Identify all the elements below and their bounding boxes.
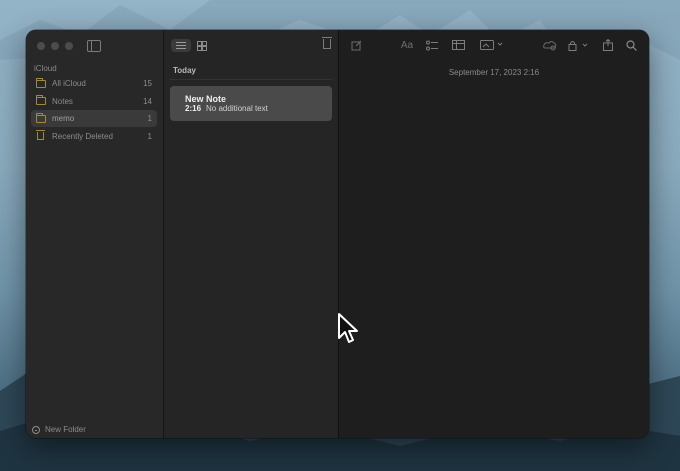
editor-toolbar: Aa [339,30,649,60]
minimize-button[interactable] [51,42,59,50]
collaborate-icon[interactable] [542,38,558,52]
table-icon[interactable] [451,38,465,52]
sidebar-item-all-icloud[interactable]: All iCloud 15 [31,75,157,92]
folder-list: All iCloud 15 Notes 14 memo 1 Recently D… [31,75,157,145]
new-folder-button[interactable]: New Folder [32,425,86,434]
list-view-button[interactable] [171,39,191,52]
lock-menu-icon[interactable] [567,38,591,52]
folder-name: memo [52,114,75,123]
format-text-button[interactable]: Aa [399,38,415,52]
search-icon[interactable] [624,38,638,52]
notes-window: iCloud All iCloud 15 Notes 14 memo 1 Rec… [26,30,649,438]
note-list-item[interactable]: New Note 2:16 No additional text [170,86,332,121]
note-title: New Note [185,94,227,104]
window-controls [37,42,73,50]
editor-pane: Aa September 17, 2023 2:16 [339,30,649,438]
sidebar-toggle-icon[interactable] [87,40,101,52]
folder-name: Recently Deleted [52,131,113,141]
sidebar: iCloud All iCloud 15 Notes 14 memo 1 Rec… [26,30,164,438]
zoom-button[interactable] [65,42,73,50]
folder-name: Notes [52,96,73,106]
plus-circle-icon [32,425,40,434]
divider [170,79,332,80]
note-meta: 2:16 No additional text [185,104,268,113]
share-icon[interactable] [601,38,615,52]
format-text-label: Aa [400,39,414,51]
new-folder-label: New Folder [45,425,86,434]
folder-icon [36,112,46,123]
folder-count: 15 [143,79,152,88]
note-date-line: September 17, 2023 2:16 [448,68,540,77]
list-icon [176,42,186,43]
folder-name: All iCloud [52,79,86,88]
sidebar-item-memo[interactable]: memo 1 [31,110,157,127]
compose-icon[interactable] [349,38,363,52]
folder-count: 14 [143,96,152,106]
checklist-icon[interactable] [425,38,439,52]
media-menu-icon[interactable] [479,38,505,52]
note-list-pane: Today New Note 2:16 No additional text [164,30,339,438]
folder-icon [36,95,46,105]
sidebar-item-recently-deleted[interactable]: Recently Deleted 1 [31,128,157,145]
trash-icon [36,130,45,140]
section-label-icloud: iCloud [34,64,57,73]
note-time: 2:16 [185,104,202,113]
folder-icon [36,77,46,88]
folder-count: 1 [147,114,152,123]
note-list-toolbar [164,30,338,60]
gallery-view-icon[interactable] [197,41,207,51]
close-button[interactable] [37,42,45,50]
folder-count: 1 [147,131,152,141]
note-preview: No additional text [206,104,268,113]
group-heading-today: Today [173,66,196,75]
sidebar-item-notes[interactable]: Notes 14 [31,93,157,110]
delete-note-icon[interactable] [322,37,332,49]
mouse-cursor-icon [338,313,358,343]
